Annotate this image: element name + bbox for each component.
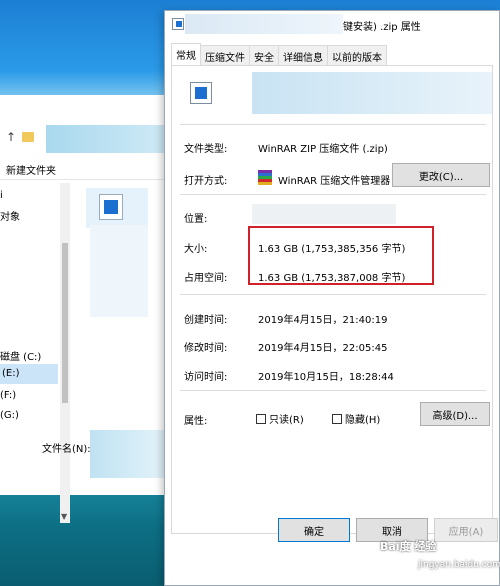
tab-details[interactable]: 详细信息 (278, 45, 328, 65)
created-value: 2019年4月15日，21:40:19 (258, 315, 388, 326)
file-type-label: 文件类型: (184, 144, 228, 155)
file-icon (99, 194, 123, 220)
modified-label: 修改时间: (184, 343, 228, 354)
tree-scrollbar[interactable]: ▼ (60, 183, 70, 523)
zip-file-icon (190, 82, 212, 104)
tree-item-drive-c[interactable]: 磁盘 (C:) (0, 348, 41, 363)
modified-value: 2019年4月15日，22:05:45 (258, 343, 388, 354)
location-label: 位置: (184, 214, 208, 225)
readonly-checkbox[interactable]: 只读(R) (256, 411, 304, 426)
scroll-down-arrow-icon[interactable]: ▼ (61, 512, 67, 521)
filename-label: 文件名(N): (42, 444, 91, 455)
divider (180, 390, 486, 391)
general-panel: 文件类型: WinRAR ZIP 压缩文件 (.zip) 打开方式: WinRA… (171, 66, 493, 534)
properties-dialog: 键安装) .zip 属性 常规 压缩文件 安全 详细信息 以前的版本 文件类型:… (164, 10, 500, 586)
open-with-value: WinRAR 压缩文件管理器 (278, 176, 391, 187)
file-type-value: WinRAR ZIP 压缩文件 (.zip) (258, 144, 388, 155)
tree-item-drive-g[interactable]: (G:) (0, 410, 19, 421)
tree-item-objects[interactable]: 对象 (0, 208, 20, 223)
file-preview-blur (90, 225, 148, 317)
size-on-disk-label: 占用空间: (184, 273, 228, 284)
folder-icon (22, 132, 35, 142)
filename-field-blur (252, 72, 492, 114)
change-button[interactable]: 更改(C)... (392, 163, 490, 187)
advanced-button[interactable]: 高级(D)... (420, 402, 490, 426)
checkbox-box[interactable] (332, 413, 342, 424)
filename-blur (90, 430, 166, 478)
readonly-label: 只读(R) (269, 415, 304, 426)
accessed-label: 访问时间: (184, 372, 228, 383)
tab-general[interactable]: 常规 (171, 43, 201, 65)
tab-archive[interactable]: 压缩文件 (200, 45, 250, 65)
divider (180, 124, 486, 125)
window-title: 键安装) .zip 属性 (343, 22, 421, 33)
watermark-url: jingyan.baidu.com (418, 560, 500, 570)
tab-previous-versions[interactable]: 以前的版本 (327, 45, 387, 65)
up-arrow-icon[interactable]: ↑ (6, 130, 16, 144)
watermark-brand: Bai度 经验 (380, 540, 437, 553)
tab-security[interactable]: 安全 (249, 45, 279, 65)
hidden-checkbox[interactable]: 隐藏(H) (332, 411, 380, 426)
created-label: 创建时间: (184, 315, 228, 326)
apply-button[interactable]: 应用(A) (434, 518, 498, 542)
ok-button[interactable]: 确定 (278, 518, 350, 542)
file-thumbnail[interactable] (86, 188, 148, 228)
title-bar: 键安装) .zip 属性 (165, 11, 499, 37)
file-icon (172, 18, 184, 30)
address-bar[interactable]: ↑ (0, 125, 168, 153)
winrar-icon (258, 170, 272, 185)
new-folder-button[interactable]: 新建文件夹 (6, 162, 56, 177)
accessed-value: 2019年10月15日，18:28:44 (258, 372, 394, 383)
tab-bar: 常规 压缩文件 安全 详细信息 以前的版本 (171, 43, 493, 66)
title-blur (185, 14, 343, 34)
divider (180, 294, 486, 295)
address-blur (46, 125, 168, 153)
attributes-label: 属性: (184, 416, 208, 427)
tree-item-drive-f[interactable]: (F:) (0, 390, 16, 401)
tree-item[interactable]: i (0, 190, 3, 201)
divider (180, 194, 486, 195)
annotation-highlight-box (248, 226, 434, 285)
toolbar-divider (0, 179, 168, 180)
open-with-label: 打开方式: (184, 176, 228, 187)
explorer-window: ↑ 新建文件夹 i 对象 磁盘 (C:) (E:) (F:) (G:) ▼ 文件… (0, 95, 168, 523)
hidden-label: 隐藏(H) (345, 415, 381, 426)
scroll-thumb[interactable] (62, 243, 68, 403)
location-value-blur (252, 204, 396, 224)
checkbox-box[interactable] (256, 413, 266, 424)
tree-item-drive-e[interactable]: (E:) (0, 364, 58, 384)
size-label: 大小: (184, 244, 208, 255)
